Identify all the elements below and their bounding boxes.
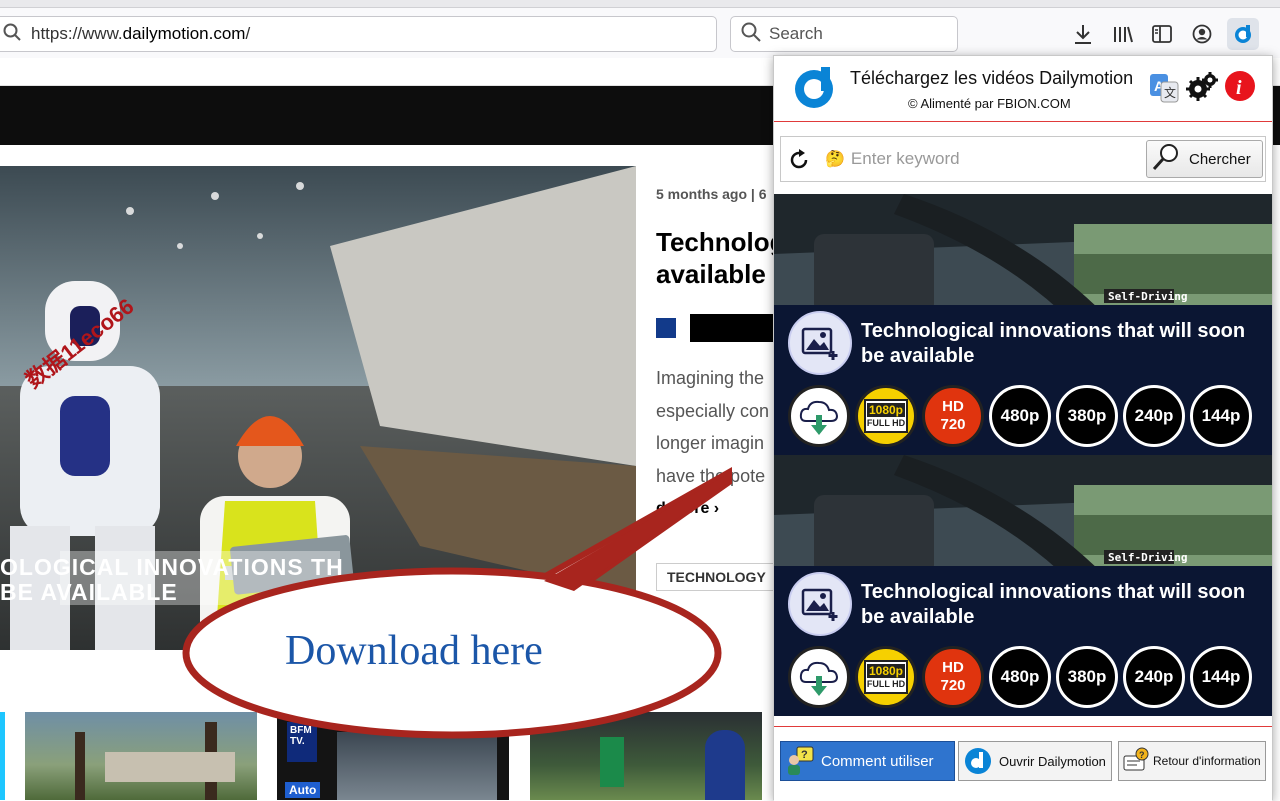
extension-popup: Téléchargez les vidéos Dailymotion © Ali…: [773, 55, 1273, 801]
sidebar-icon[interactable]: [1148, 20, 1176, 48]
dailymotion-logo: [792, 64, 838, 110]
svg-text:文: 文: [1164, 85, 1176, 100]
feedback-button[interactable]: ? Retour d'information: [1118, 741, 1266, 781]
magnifier-icon: [1151, 142, 1181, 176]
search-icon: [741, 22, 761, 47]
channel-logo: [656, 318, 676, 338]
quality-480p-button[interactable]: 480p: [989, 646, 1051, 708]
popup-header: Téléchargez les vidéos Dailymotion © Ali…: [774, 56, 1272, 122]
quality-380p-button[interactable]: 380p: [1056, 646, 1118, 708]
quality-hd720-button[interactable]: HD 720: [922, 385, 984, 447]
search-button[interactable]: Chercher: [1146, 140, 1263, 178]
feedback-icon: ?: [1121, 746, 1151, 776]
svg-text:i: i: [1236, 77, 1242, 99]
channel-row[interactable]: [656, 314, 774, 342]
popup-subtitle: © Alimenté par FBION.COM: [908, 96, 1071, 111]
dailymotion-icon: [963, 746, 993, 776]
cloud-download-icon[interactable]: [788, 646, 850, 708]
thumb-edge: [0, 712, 5, 800]
cloud-download-icon[interactable]: [788, 385, 850, 447]
channel-name-redacted: [690, 314, 774, 342]
quality-144p-button[interactable]: 144p: [1190, 385, 1252, 447]
callout-bubble: [182, 467, 732, 739]
refresh-icon[interactable]: [789, 149, 811, 171]
quality-380p-button[interactable]: 380p: [1056, 385, 1118, 447]
thinking-face-icon: 🤔: [825, 151, 845, 168]
account-icon[interactable]: [1188, 20, 1216, 48]
video-title[interactable]: Technolog available: [656, 226, 776, 290]
add-image-icon[interactable]: [788, 572, 852, 636]
info-icon[interactable]: i: [1224, 70, 1256, 102]
translate-icon[interactable]: A文: [1148, 72, 1180, 104]
video-result-card: Self-Driving Technological innovations th…: [774, 194, 1272, 455]
quality-buttons: 1080p FULL HD HD 720 480p 380p 240p 144p: [788, 646, 1252, 708]
help-person-icon: ?: [785, 746, 815, 776]
popup-footer: ? Comment utiliser Ouvrir Dailymotion ? …: [774, 726, 1272, 801]
quality-144p-button[interactable]: 144p: [1190, 646, 1252, 708]
extension-icon[interactable]: [1227, 18, 1259, 50]
open-dailymotion-button[interactable]: Ouvrir Dailymotion: [958, 741, 1112, 781]
quality-1080p-button[interactable]: 1080p FULL HD: [855, 646, 917, 708]
keyword-input[interactable]: 🤔 Enter keyword: [825, 145, 1145, 173]
library-icon[interactable]: [1109, 20, 1137, 48]
video-result-card: Self-Driving Technological innovations th…: [774, 455, 1272, 716]
quality-240p-button[interactable]: 240p: [1123, 385, 1185, 447]
quality-240p-button[interactable]: 240p: [1123, 646, 1185, 708]
search-icon: [3, 23, 21, 46]
how-to-use-button[interactable]: ? Comment utiliser: [780, 741, 955, 781]
svg-text:?: ?: [801, 749, 808, 761]
svg-text:?: ?: [1139, 750, 1145, 760]
card-bg-text: Self-Driving: [1108, 290, 1187, 303]
popup-search-bar: 🤔 Enter keyword Chercher: [780, 136, 1266, 182]
popup-title: Téléchargez les vidéos Dailymotion: [850, 68, 1134, 88]
download-icon[interactable]: [1069, 20, 1097, 48]
settings-gear-icon[interactable]: [1185, 70, 1219, 104]
quality-1080p-button[interactable]: 1080p FULL HD: [855, 385, 917, 447]
hero-overlay-line2: BE AVAILABLE: [0, 579, 178, 605]
url-bar[interactable]: https://www.dailymotion.com/: [0, 16, 717, 52]
search-input[interactable]: Search: [730, 16, 958, 52]
auto-badge: Auto: [285, 782, 321, 798]
url-text: https://www.dailymotion.com/: [31, 24, 251, 43]
quality-buttons: 1080p FULL HD HD 720 480p 380p 240p 144p: [788, 385, 1252, 447]
card-title: Technological innovations that will soon…: [861, 320, 1246, 367]
add-image-icon[interactable]: [788, 311, 852, 375]
quality-hd720-button[interactable]: HD 720: [922, 646, 984, 708]
tab-strip: [0, 0, 1280, 8]
video-meta: 5 months ago | 6: [656, 186, 767, 202]
callout-text: Download here: [285, 628, 543, 674]
quality-480p-button[interactable]: 480p: [989, 385, 1051, 447]
card-title: Technological innovations that will soon…: [861, 581, 1246, 628]
card-bg-text: Self-Driving: [1108, 551, 1187, 564]
